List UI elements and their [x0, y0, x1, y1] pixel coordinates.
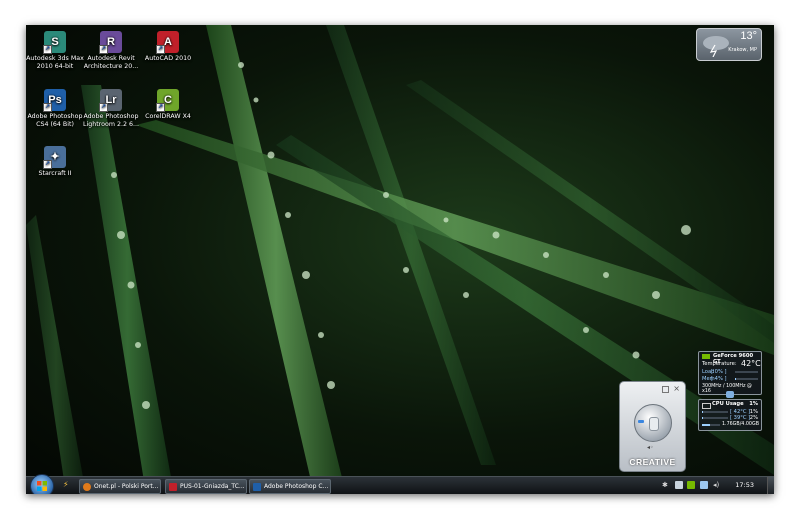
desktop-icon-label: Autodesk Revit: [87, 55, 135, 62]
weather-location: Krakow, MP: [728, 47, 757, 53]
gpu-mem-value: [ 4% ]: [711, 376, 727, 382]
tray-monitor-icon[interactable]: [675, 481, 683, 489]
lightroom-icon: Lr ↗: [99, 89, 122, 112]
coreldraw-icon: C ↗: [156, 89, 179, 112]
desktop-icon-label: CS4 (64 Bit): [36, 120, 74, 128]
storm-cloud-icon: [703, 36, 729, 57]
volume-knob[interactable]: [634, 404, 672, 442]
creative-logo: CREATIVE: [629, 457, 676, 467]
cpu-memory-fill: [702, 424, 710, 426]
desktop-screen: S ↗ Autodesk 3ds Max 2010 64-bit R ↗ Autod…: [26, 25, 774, 494]
quick-launch-icon[interactable]: ⚡: [63, 481, 71, 489]
weather-temperature: 13°: [740, 30, 757, 42]
taskbar-clock[interactable]: 17:53: [735, 481, 754, 489]
taskbar-button-label: PUS-01-Gniazda_TC...: [180, 483, 245, 490]
tray-network-icon[interactable]: ✱: [662, 481, 670, 489]
cpu-chip-icon: [702, 403, 711, 409]
gpu-mem-fill: [735, 378, 736, 380]
revit-icon: R ↗: [99, 31, 122, 54]
desktop-icon-label: Adobe Photoshop: [27, 113, 83, 120]
cpu-core2-usage: 2%: [749, 415, 758, 421]
desktop-icon-revit[interactable]: R ↗ Autodesk Revit Architecture 20...: [82, 31, 140, 70]
desktop-icon-lightroom[interactable]: Lr ↗ Adobe Photoshop Lightroom 2.2 6...: [82, 89, 140, 128]
knob-center: [649, 417, 659, 431]
desktop-icon-photoshop[interactable]: Ps ↗ Adobe Photoshop CS4 (64 Bit): [26, 89, 84, 128]
cpu-total: 1%: [749, 401, 758, 407]
creative-volume-widget[interactable]: × ◂◦ CREATIVE: [619, 381, 686, 472]
gpu-load-bar: [735, 371, 758, 373]
desktop-icon-coreldraw[interactable]: C ↗ CorelDRAW X4: [139, 89, 197, 121]
gpu-temp-value: 42°C: [741, 359, 761, 368]
desktop-icon-label: Adobe Photoshop: [83, 113, 139, 120]
cpu-memory-bar: [702, 424, 720, 426]
starcraft-icon: ✦ ↗: [43, 146, 66, 169]
tray-volume-icon[interactable]: ◂): [713, 481, 721, 489]
gpu-mem-bar: [735, 378, 758, 380]
firefox-icon: [83, 482, 91, 491]
start-button[interactable]: [30, 474, 54, 494]
cpu-monitor-gadget[interactable]: CPU Usage 1% [ 42°C ] 1% [ 39°C ] 2% 1.7…: [698, 399, 762, 431]
desktop-icon-starcraft[interactable]: ✦ ↗ Starcraft II: [26, 146, 84, 178]
cpu-core2-temp: [ 39°C ]: [730, 415, 751, 421]
tray-display-icon[interactable]: [700, 481, 708, 489]
widget-minimize-icon[interactable]: [662, 386, 669, 393]
cpu-core2-fill: [702, 417, 703, 419]
taskbar-button-photoshop[interactable]: Adobe Photoshop C...: [249, 479, 331, 494]
desktop-icon-3ds-max[interactable]: S ↗ Autodesk 3ds Max 2010 64-bit: [26, 31, 84, 70]
volume-indicator: [638, 420, 644, 423]
photoshop-icon: [253, 482, 261, 491]
nvidia-icon: [702, 354, 710, 361]
pdf-icon: [169, 482, 177, 491]
desktop-icon-label: Architecture 20...: [83, 62, 139, 70]
windows-logo-icon: [37, 481, 47, 491]
cpu-core2-bar: [702, 417, 728, 419]
cpu-memory-text: 1.76GB/4.00GB: [722, 422, 759, 427]
desktop-icon-autocad[interactable]: A ↗ AutoCAD 2010: [139, 31, 197, 63]
cpu-core1-bar: [702, 411, 728, 413]
desktop-icon-label: Autodesk 3ds Max: [26, 55, 84, 62]
desktop-icon-label: Lightroom 2.2 6...: [82, 120, 140, 128]
speaker-icon[interactable]: ◂◦: [647, 444, 654, 451]
tray-nvidia-icon[interactable]: [687, 481, 695, 489]
gadget-drag-handle[interactable]: [726, 391, 734, 398]
taskbar-button-onet[interactable]: Onet.pl - Polski Port...: [79, 479, 161, 494]
gpu-temp-label: Temperature:: [702, 361, 737, 367]
autocad-icon: A ↗: [156, 31, 179, 54]
desktop-icon-label: 2010 64-bit: [36, 62, 74, 70]
weather-gadget[interactable]: 13° Krakow, MP: [696, 28, 762, 61]
taskbar-button-label: Onet.pl - Polski Port...: [94, 483, 159, 490]
photoshop-icon: Ps ↗: [43, 89, 66, 112]
widget-close-icon[interactable]: ×: [673, 384, 680, 393]
show-desktop-button[interactable]: [767, 477, 774, 494]
desktop-icon-label: Starcraft II: [38, 170, 72, 177]
desktop-icon-label: AutoCAD 2010: [144, 55, 192, 62]
cpu-title: CPU Usage: [712, 401, 744, 407]
gpu-monitor-gadget[interactable]: GeForce 9600 GT Temperature: 42°C Load […: [698, 351, 762, 395]
3ds-max-icon: S ↗: [43, 31, 66, 54]
gpu-load-value: [ 0% ]: [711, 369, 727, 375]
taskbar: ⚡ Onet.pl - Polski Port... PUS-01-Gniazd…: [26, 474, 774, 494]
taskbar-button-label: Adobe Photoshop C...: [264, 483, 329, 490]
desktop-icon-label: CorelDRAW X4: [145, 113, 191, 120]
taskbar-button-pdf[interactable]: PUS-01-Gniazda_TC...: [165, 479, 247, 494]
